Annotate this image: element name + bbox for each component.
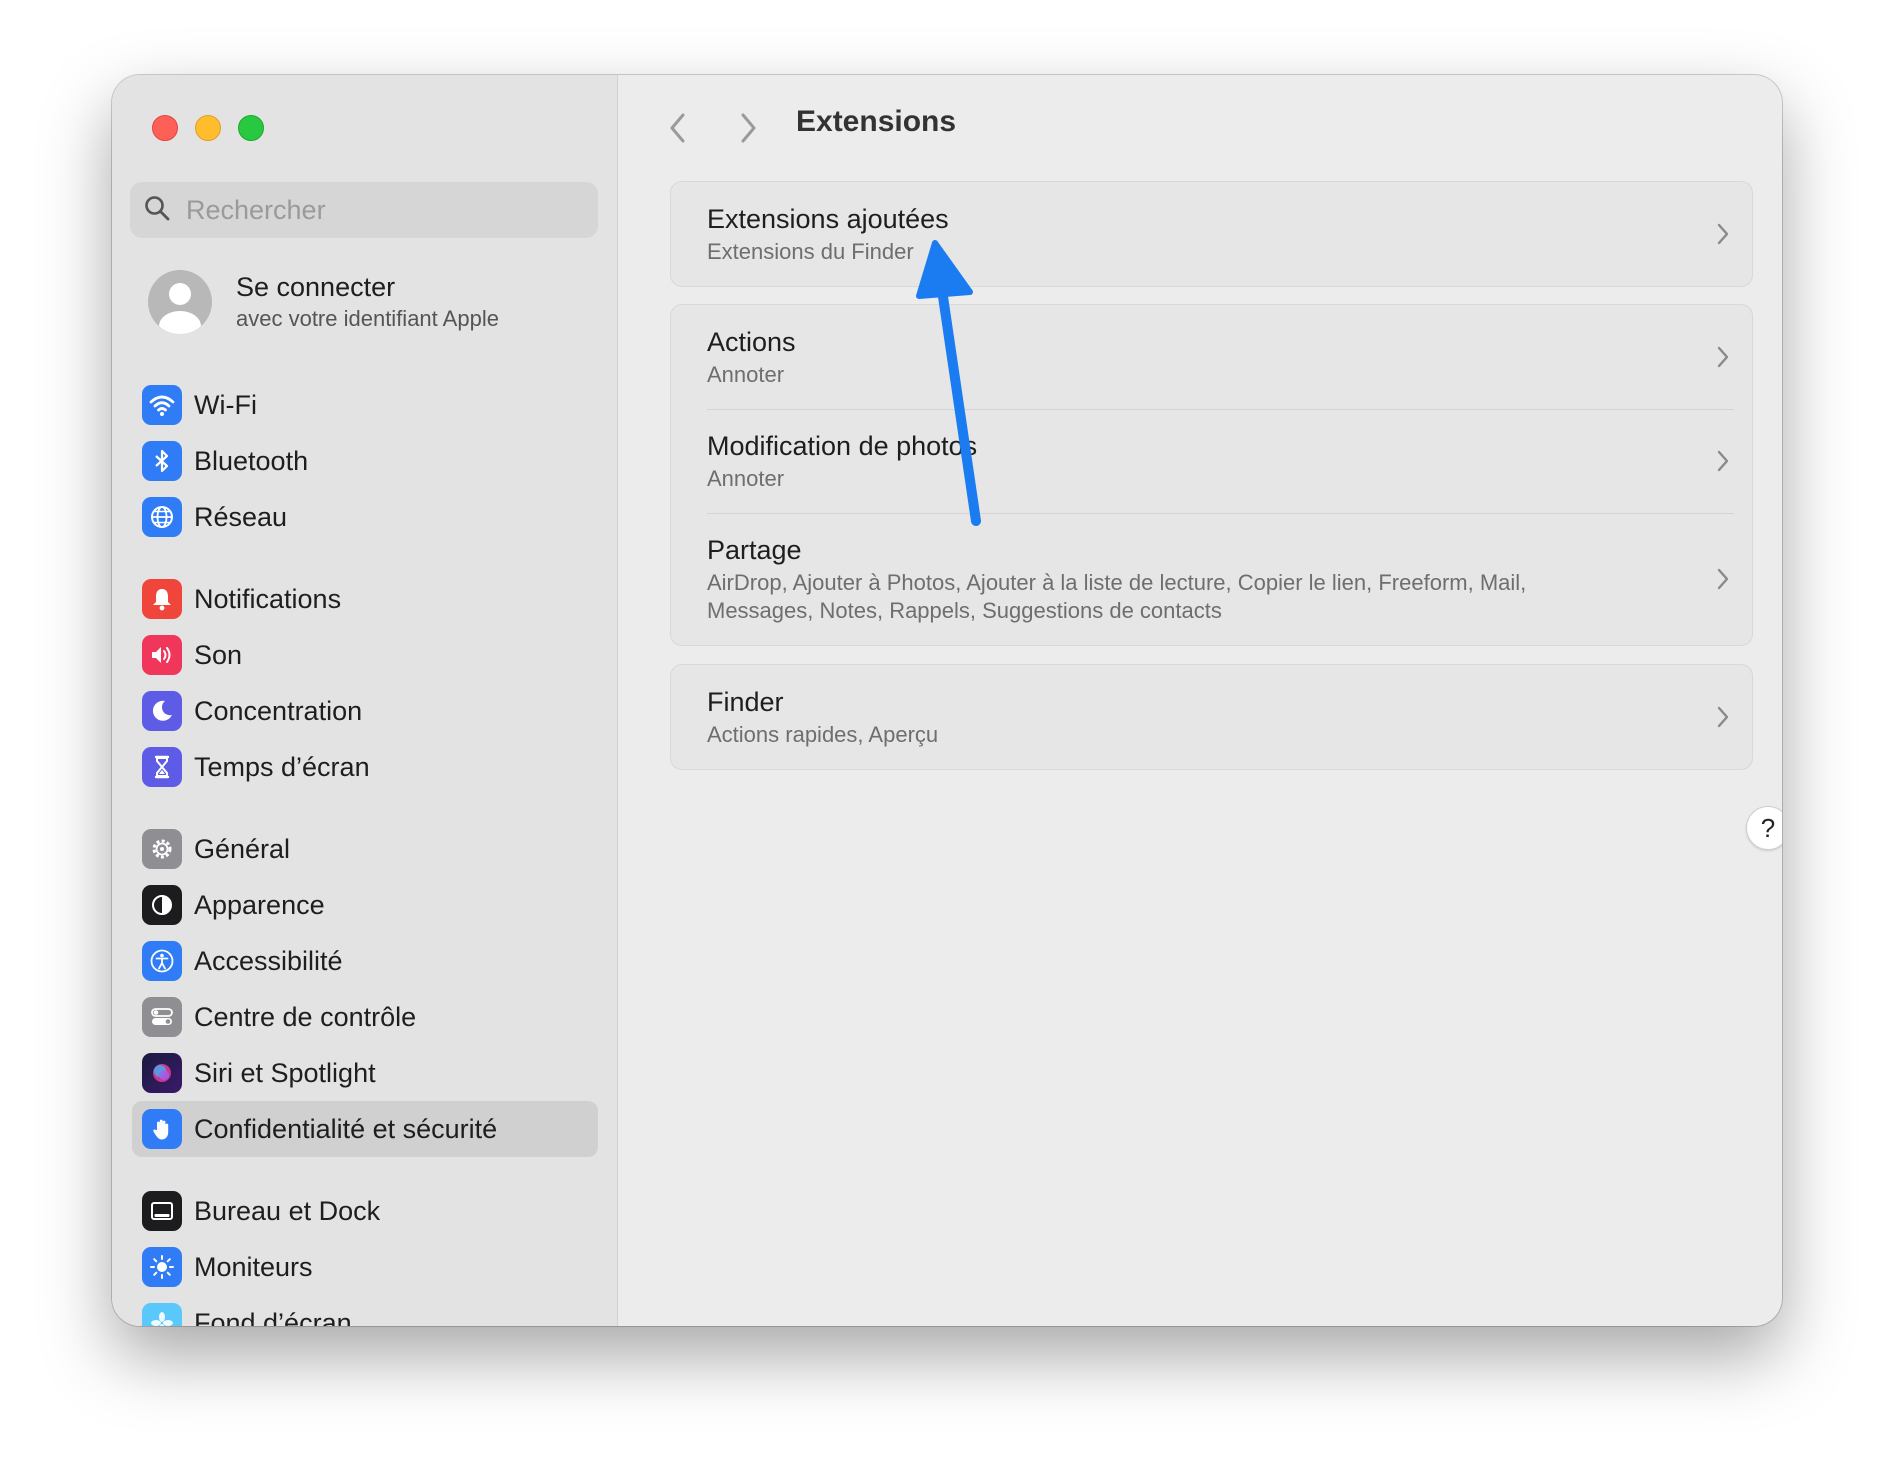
help-button[interactable]: ?: [1746, 806, 1782, 850]
avatar: [148, 270, 212, 334]
window-controls: [152, 115, 264, 141]
hand-icon: [142, 1109, 182, 1149]
forward-button[interactable]: [730, 108, 766, 148]
chevron-right-icon: [1717, 706, 1729, 728]
sidebar-item-label: Apparence: [194, 889, 325, 920]
row-title: Modification de photos: [707, 431, 978, 461]
hourglass-icon: [142, 747, 182, 787]
appearance-icon: [142, 885, 182, 925]
group-added-extensions: Extensions ajoutées Extensions du Finder: [670, 181, 1753, 287]
sidebar-item-accessibilite[interactable]: Accessibilité: [132, 933, 598, 989]
sidebar-item-reseau[interactable]: Réseau: [132, 489, 598, 545]
sidebar-item-label: Fond d’écran: [194, 1307, 352, 1327]
chevron-right-icon: [1717, 223, 1729, 245]
sidebar-item-label: Centre de contrôle: [194, 1001, 417, 1032]
account-subtitle: avec votre identifiant Apple: [236, 306, 499, 331]
page-title: Extensions: [796, 105, 957, 138]
sidebar-item-label: Moniteurs: [194, 1251, 313, 1282]
wifi-icon: [142, 385, 182, 425]
sidebar-item-temps-ecran[interactable]: Temps d’écran: [132, 739, 598, 795]
sidebar-item-son[interactable]: Son: [132, 627, 598, 683]
sidebar-item-confidentialite[interactable]: Confidentialité et sécurité: [132, 1101, 598, 1157]
sidebar-item-label: Siri et Spotlight: [194, 1057, 376, 1088]
siri-icon: [142, 1053, 182, 1093]
row-subtitle: Annoter: [707, 362, 785, 387]
sidebar-item-label: Réseau: [194, 501, 288, 532]
search-input[interactable]: [184, 193, 568, 227]
chevron-right-icon: [741, 113, 756, 143]
speaker-icon: [142, 635, 182, 675]
group-finder: Finder Actions rapides, Aperçu: [670, 664, 1753, 770]
row-extensions-ajoutees[interactable]: Extensions ajoutées Extensions du Finder: [671, 182, 1752, 286]
moon-icon: [142, 691, 182, 731]
account-title: Se connecter: [236, 272, 396, 302]
sidebar-item-siri[interactable]: Siri et Spotlight: [132, 1045, 598, 1101]
sidebar-item-label: Bluetooth: [194, 445, 309, 476]
row-actions[interactable]: Actions Annoter: [671, 305, 1752, 409]
sidebar-item-label: Temps d’écran: [194, 751, 370, 782]
zoom-button[interactable]: [238, 115, 264, 141]
group-extension-types: Actions Annoter Modification de photos A…: [670, 304, 1753, 646]
row-title: Actions: [707, 327, 796, 357]
main-pane: Extensions Extensions ajoutées Extension…: [618, 75, 1782, 1326]
sidebar-item-notifications[interactable]: Notifications: [132, 571, 598, 627]
sidebar-item-label: Accessibilité: [194, 945, 343, 976]
row-subtitle: Actions rapides, Aperçu: [707, 722, 939, 747]
row-partage[interactable]: Partage AirDrop, Ajouter à Photos, Ajout…: [671, 513, 1752, 645]
dock-icon: [142, 1191, 182, 1231]
minimize-button[interactable]: [195, 115, 221, 141]
sidebar-item-label: Confidentialité et sécurité: [194, 1113, 498, 1144]
sidebar-item-wifi[interactable]: Wi-Fi: [132, 377, 598, 433]
chevron-right-icon: [1717, 450, 1729, 472]
sun-icon: [142, 1247, 182, 1287]
chevron-right-icon: [1717, 346, 1729, 368]
sidebar-item-apparence[interactable]: Apparence: [132, 877, 598, 933]
bluetooth-icon: [142, 441, 182, 481]
row-title: Partage: [707, 535, 802, 565]
row-subtitle: AirDrop, Ajouter à Photos, Ajouter à la …: [707, 570, 1527, 623]
sidebar-item-fond-ecran[interactable]: Fond d’écran: [132, 1295, 598, 1326]
row-subtitle: Extensions du Finder: [707, 239, 914, 264]
sidebar-item-label: Bureau et Dock: [194, 1195, 381, 1226]
sidebar-item-label: Général: [194, 833, 291, 864]
sidebar-item-label: Concentration: [194, 695, 363, 726]
sidebar-item-label: Son: [194, 639, 243, 670]
chevron-right-icon: [1717, 568, 1729, 590]
sidebar-item-label: Notifications: [194, 583, 342, 614]
sidebar-item-concentration[interactable]: Concentration: [132, 683, 598, 739]
sidebar-item-centre-controle[interactable]: Centre de contrôle: [132, 989, 598, 1045]
gear-icon: [142, 829, 182, 869]
bell-icon: [142, 579, 182, 619]
sidebar-item-moniteurs[interactable]: Moniteurs: [132, 1239, 598, 1295]
sidebar-item-general[interactable]: Général: [132, 821, 598, 877]
wallpaper-icon: [142, 1303, 182, 1326]
chevron-left-icon: [670, 113, 685, 143]
row-title: Finder: [707, 687, 784, 717]
search-icon: [144, 195, 170, 226]
row-modification-photos[interactable]: Modification de photos Annoter: [671, 409, 1752, 513]
search-field[interactable]: [130, 182, 598, 238]
control-center-icon: [142, 997, 182, 1037]
row-subtitle: Annoter: [707, 466, 785, 491]
row-title: Extensions ajoutées: [707, 204, 949, 234]
sidebar-item-label: Wi-Fi: [194, 389, 257, 420]
sidebar: Se connecter avec votre identifiant Appl…: [112, 75, 618, 1326]
apple-id-signin[interactable]: Se connecter avec votre identifiant Appl…: [148, 270, 499, 334]
settings-window: Se connecter avec votre identifiant Appl…: [112, 75, 1782, 1326]
globe-icon: [142, 497, 182, 537]
row-finder[interactable]: Finder Actions rapides, Aperçu: [671, 665, 1752, 769]
accessibility-icon: [142, 941, 182, 981]
close-button[interactable]: [152, 115, 178, 141]
sidebar-item-bureau-dock[interactable]: Bureau et Dock: [132, 1183, 598, 1239]
sidebar-item-bluetooth[interactable]: Bluetooth: [132, 433, 598, 489]
back-button[interactable]: [660, 108, 696, 148]
